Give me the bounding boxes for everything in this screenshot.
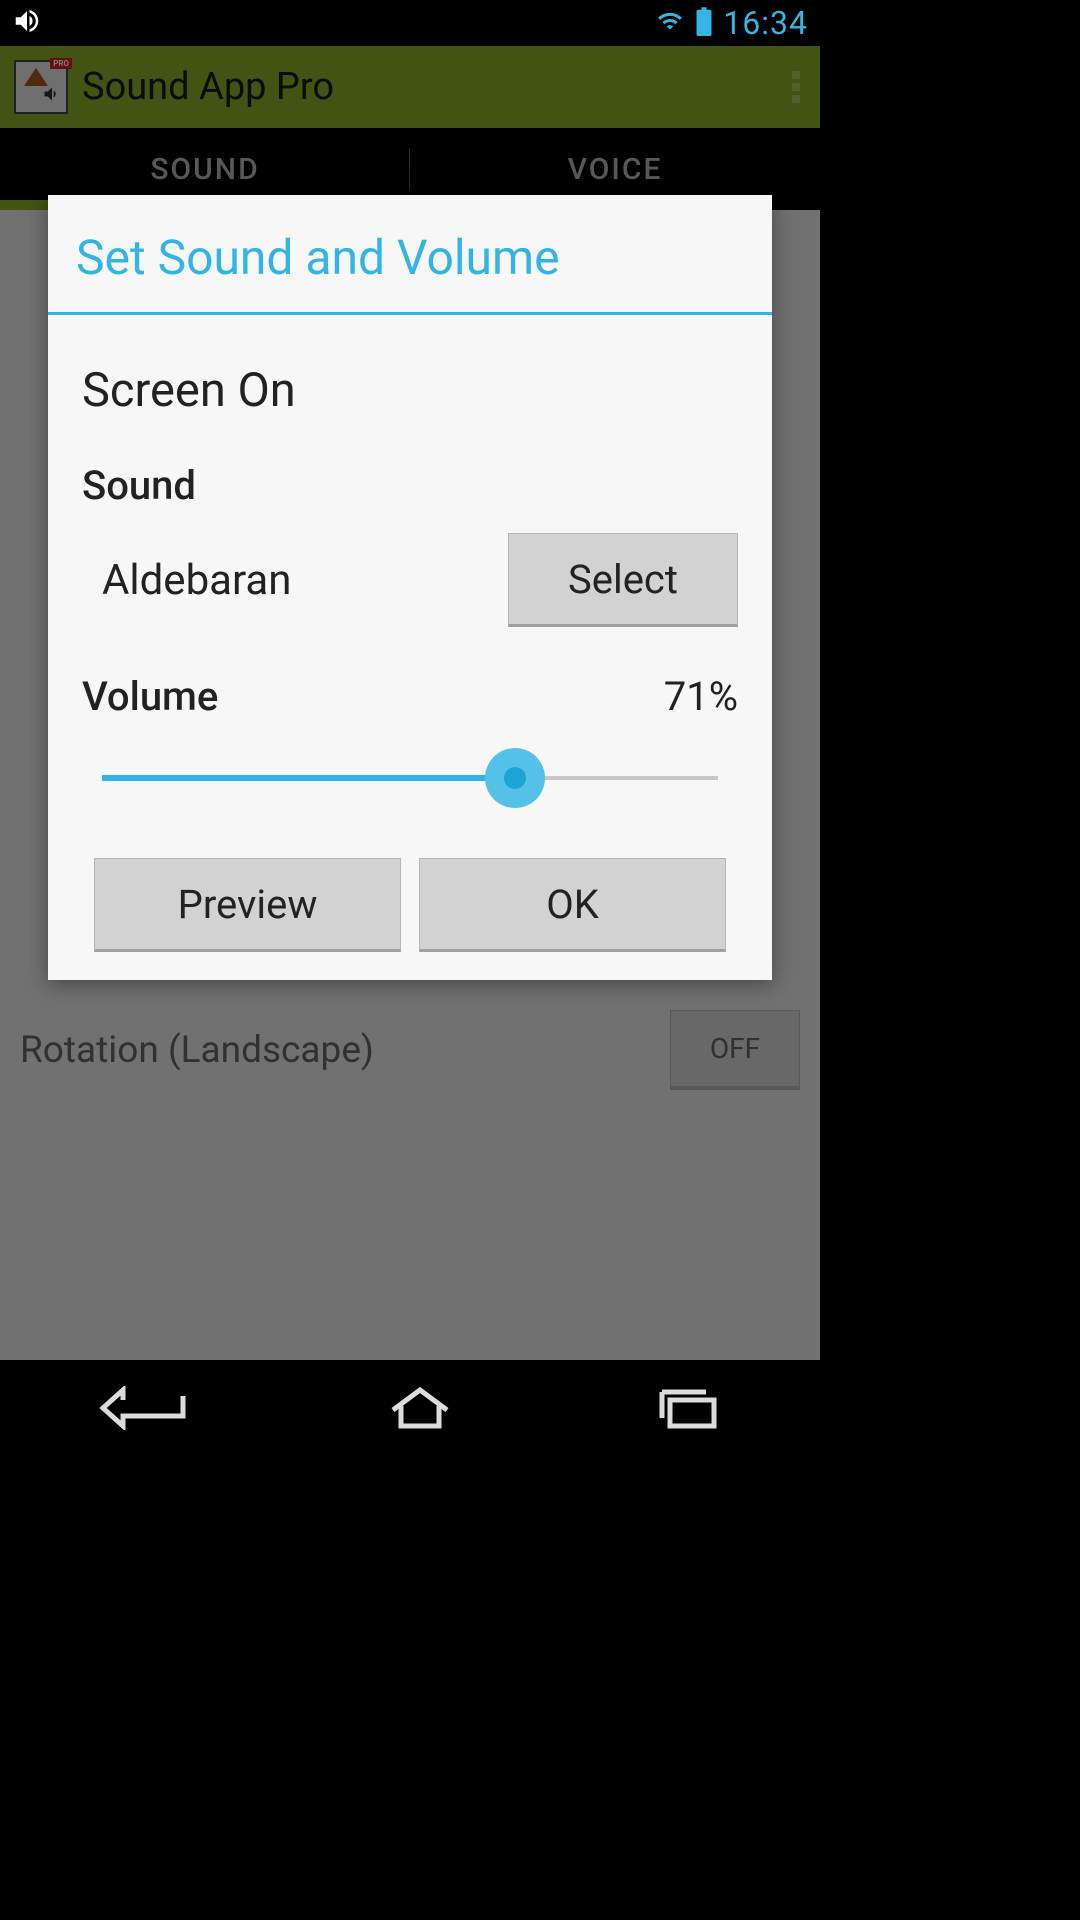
dialog-context-label: Screen On — [82, 345, 738, 450]
preview-button[interactable]: Preview — [94, 858, 401, 952]
volume-section-label: Volume — [82, 661, 218, 720]
set-sound-dialog: Set Sound and Volume Screen On Sound Ald… — [48, 195, 772, 980]
volume-icon — [12, 6, 42, 40]
nav-recents-button[interactable] — [652, 1386, 722, 1430]
slider-fill — [102, 775, 515, 781]
select-button-label: Select — [568, 556, 678, 603]
nav-back-button[interactable] — [98, 1386, 188, 1430]
slider-thumb[interactable] — [485, 748, 545, 808]
select-sound-button[interactable]: Select — [508, 533, 738, 627]
status-bar: 16:34 — [0, 0, 820, 46]
dialog-divider — [48, 312, 772, 315]
navigation-bar — [0, 1360, 820, 1456]
selected-sound-name: Aldebaran — [82, 556, 291, 605]
sound-section-label: Sound — [82, 450, 738, 509]
battery-icon — [695, 6, 713, 40]
ok-button[interactable]: OK — [419, 858, 726, 952]
ok-button-label: OK — [546, 881, 599, 928]
nav-home-button[interactable] — [385, 1386, 455, 1430]
volume-value-label: 71% — [664, 673, 738, 720]
status-clock: 16:34 — [723, 4, 808, 42]
wifi-icon — [655, 8, 685, 38]
volume-slider[interactable] — [102, 758, 718, 798]
preview-button-label: Preview — [178, 881, 318, 928]
dialog-title: Set Sound and Volume — [48, 195, 772, 312]
